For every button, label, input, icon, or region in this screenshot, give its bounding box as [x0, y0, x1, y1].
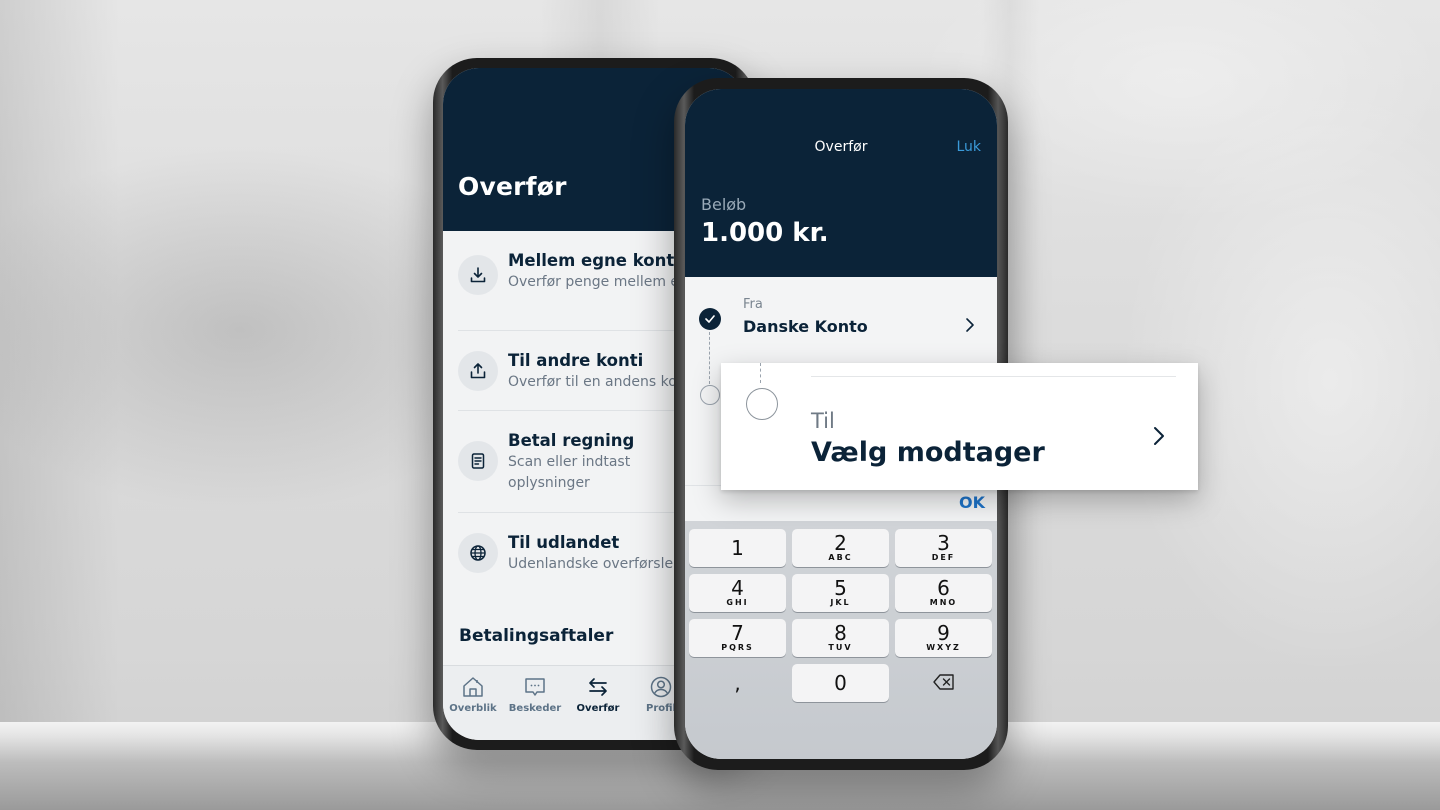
globe-icon — [458, 533, 498, 573]
backspace-icon — [932, 674, 954, 690]
from-label: Fra — [743, 297, 763, 312]
close-button[interactable]: Luk — [956, 139, 981, 155]
download-icon — [458, 255, 498, 295]
item-title: Til andre konti — [508, 351, 644, 370]
numeric-keypad: 1 2 ABC 3 DEF 4 GHI 5 JKL 6 MNO 7 PQRS 8 TUV 9W… — [685, 521, 997, 759]
nav-title: Overfør — [814, 139, 868, 155]
tab-overview[interactable]: Overblik — [443, 676, 503, 714]
tab-label: Beskeder — [508, 703, 562, 714]
divider — [811, 376, 1176, 377]
step-circle-icon — [700, 385, 720, 405]
key-comma[interactable]: , — [689, 664, 786, 702]
item-title: Til udlandet — [508, 533, 620, 552]
item-title: Mellem egne konti — [508, 251, 680, 270]
header: Overfør Luk Beløb 1.000 kr. — [685, 89, 997, 277]
item-title: Betal regning — [508, 431, 635, 450]
section-title-payment-agreements[interactable]: Betalingsaftaler — [459, 626, 613, 646]
bill-icon — [458, 441, 498, 481]
tab-transfer[interactable]: Overfør — [568, 676, 628, 714]
chevron-right-icon — [966, 318, 974, 332]
key-5[interactable]: 5 JKL — [792, 574, 889, 612]
key-3[interactable]: 3 DEF — [895, 529, 992, 567]
amount-label: Beløb — [701, 195, 747, 214]
check-icon — [699, 308, 721, 330]
key-0[interactable]: 0 — [792, 664, 889, 702]
key-7[interactable]: 7 PQRS — [689, 619, 786, 657]
key-2[interactable]: 2 ABC — [792, 529, 889, 567]
to-value: Vælg modtager — [811, 437, 1045, 468]
from-value: Danske Konto — [743, 317, 868, 336]
key-backspace[interactable] — [895, 664, 992, 702]
key-8[interactable]: 8 TUV — [792, 619, 889, 657]
chevron-right-icon — [1154, 427, 1164, 445]
tab-messages[interactable]: Beskeder — [505, 676, 565, 714]
from-account-row[interactable]: Fra Danske Konto — [685, 277, 997, 405]
item-subtitle: Scan eller indtast oplysninger — [508, 454, 631, 491]
to-recipient-card[interactable]: Til Vælg modtager — [721, 363, 1198, 490]
to-label: Til — [811, 409, 835, 433]
key-1[interactable]: 1 — [689, 529, 786, 567]
key-9[interactable]: 9 WXYZ — [895, 619, 992, 657]
step-connector — [760, 363, 761, 383]
home-icon — [463, 677, 483, 697]
tab-label: Overblik — [449, 703, 497, 714]
key-4[interactable]: 4 GHI — [689, 574, 786, 612]
profile-icon — [650, 676, 672, 698]
step-connector — [709, 332, 710, 384]
page-title: Overfør — [458, 172, 567, 201]
amount-value[interactable]: 1.000 kr. — [701, 218, 829, 248]
upload-icon — [458, 351, 498, 391]
step-circle-icon — [746, 388, 778, 420]
ok-button[interactable]: OK — [959, 493, 985, 512]
tab-label: Overfør — [576, 703, 620, 714]
key-6[interactable]: 6 MNO — [895, 574, 992, 612]
transfer-icon — [589, 678, 607, 696]
message-icon — [525, 678, 545, 696]
